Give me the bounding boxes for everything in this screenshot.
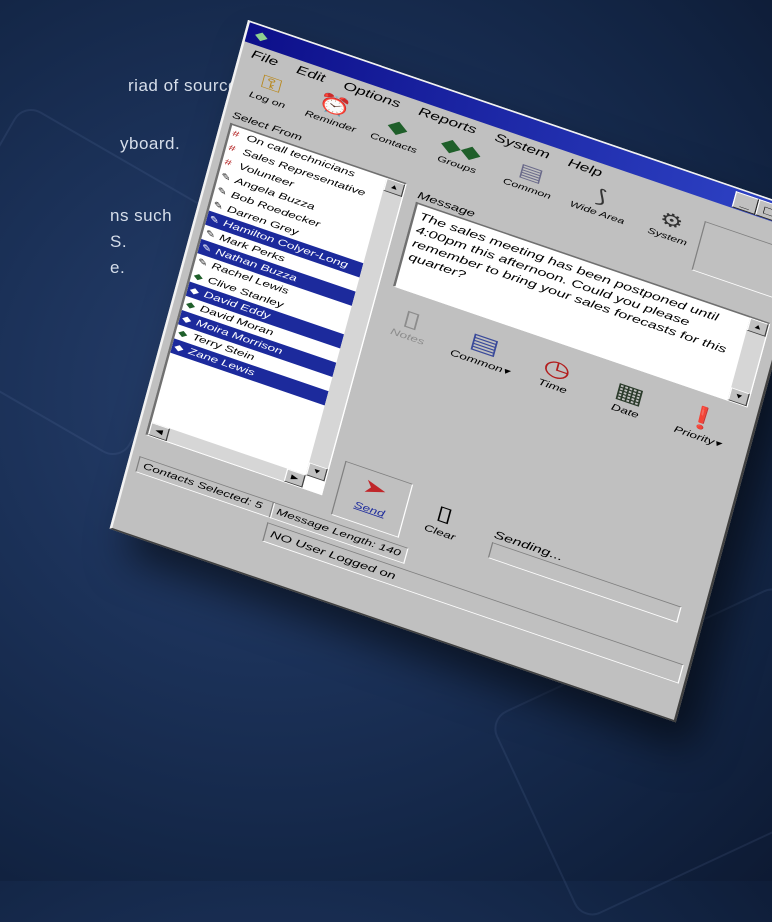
priority-button[interactable]: ❗ Priority▾ — [661, 393, 741, 454]
scroll-down-button[interactable]: ▼ — [727, 387, 750, 407]
scroll-up-button[interactable]: ▲ — [383, 177, 406, 197]
scroll-right-button[interactable]: ▶ — [283, 468, 306, 488]
background-text: e. — [110, 258, 126, 277]
scroll-left-button[interactable]: ◀ — [147, 422, 171, 442]
app-icon[interactable]: ◆ — [251, 26, 273, 45]
app-window: ◆ _ □ X File Edit Options Reports System… — [109, 20, 772, 723]
contacts-list[interactable]: # On call technicians # Sales Representativ… — [145, 122, 407, 496]
background-text: yboard. — [120, 134, 181, 153]
date-button[interactable]: ▦ Date — [589, 368, 669, 428]
background-text: ns such — [110, 206, 173, 225]
common-options-button[interactable]: ▤ Common▾ — [443, 318, 523, 379]
background-text: S. — [110, 232, 128, 251]
scroll-up-button[interactable]: ▲ — [746, 317, 769, 337]
clear-button[interactable]: ▯ Clear — [409, 491, 477, 547]
time-button[interactable]: ◷ Time — [516, 343, 596, 403]
notes-button[interactable]: ▯ Notes — [371, 293, 451, 353]
scroll-down-button[interactable]: ▼ — [305, 462, 328, 482]
